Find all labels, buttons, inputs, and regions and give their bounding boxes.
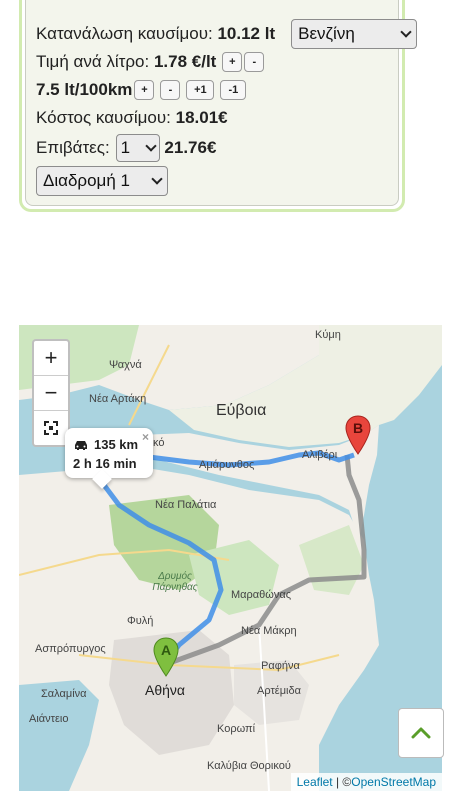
fuel-type-select[interactable]: Βενζίνη	[291, 19, 418, 49]
cost-value: 18.01€	[175, 108, 228, 127]
consumption-label: Κατανάλωση καυσίμου:	[36, 24, 213, 43]
route-select-value: Διαδρομή 1	[43, 171, 130, 190]
marker-a[interactable]: A	[153, 637, 179, 677]
place-label: Δρυμός Πάρνηθας	[152, 571, 198, 593]
marker-b-label: B	[352, 420, 364, 436]
price-minus-button[interactable]: -	[244, 52, 265, 72]
chevron-down-icon	[145, 140, 157, 152]
place-label: Αθήνα	[145, 682, 186, 698]
popup-close-button[interactable]: ×	[142, 430, 149, 444]
passengers-row: Επιβάτες: 1 21.76€	[36, 134, 216, 162]
osm-link[interactable]: OpenStreetMap	[351, 775, 436, 789]
place-label: Αμάρυνθος	[199, 459, 255, 471]
rate-minus-one-button[interactable]: -1	[220, 80, 247, 100]
rate-row: 7.5 lt/100km + - +1 -1	[36, 80, 247, 100]
popup-distance: 135 km	[94, 437, 139, 452]
place-label: Φυλή	[127, 615, 154, 627]
place-label: Κορωπί	[217, 723, 256, 735]
car-icon	[75, 440, 87, 450]
popup-time: 2 h 16 min	[73, 456, 137, 471]
fullscreen-button[interactable]	[34, 411, 68, 445]
cost-label: Κόστος καυσίμου:	[36, 108, 171, 127]
per-person-cost: 21.76€	[164, 138, 217, 157]
chevron-down-icon	[151, 173, 163, 185]
rate-value: 7.5 lt/100km	[36, 80, 133, 99]
place-label: Νέα Αρτάκη	[89, 393, 147, 405]
zoom-control: + −	[32, 339, 70, 447]
passengers-select[interactable]: 1	[115, 134, 160, 162]
price-value: 1.78 €/lt	[153, 52, 217, 71]
rate-plus-one-button[interactable]: +1	[186, 80, 215, 100]
fuel-type-value: Βενζίνη	[298, 24, 355, 43]
price-label: Τιμή ανά λίτρο:	[36, 52, 150, 71]
rate-minus-button[interactable]: -	[160, 80, 181, 100]
zoom-in-button[interactable]: +	[34, 341, 68, 376]
map-tiles	[19, 325, 442, 791]
place-label: Νέα Παλάτια	[155, 499, 217, 511]
place-label: Ασπρόπυργος	[35, 643, 106, 655]
scroll-to-top-button[interactable]	[398, 708, 444, 758]
rate-plus-button[interactable]: +	[134, 80, 155, 100]
cost-row: Κόστος καυσίμου: 18.01€	[36, 108, 228, 128]
marker-b[interactable]: B	[345, 415, 371, 455]
zoom-out-button[interactable]: −	[34, 376, 68, 411]
marker-a-label: A	[160, 642, 172, 658]
place-label: Καλύβια Θορικού	[207, 760, 291, 772]
route-row: Διαδρομή 1	[36, 166, 168, 196]
fuel-calculator-panel: Κατανάλωση καυσίμου: 10.12 lt Βενζίνη Τι…	[19, 0, 418, 212]
place-label: Νέα Μάκρη	[241, 625, 297, 637]
place-label: Μαραθώνας	[231, 589, 292, 601]
chevron-up-icon	[411, 727, 431, 739]
leaflet-link[interactable]: Leaflet	[297, 775, 333, 789]
attribution-separator: | ©	[332, 775, 352, 789]
passengers-value: 1	[120, 138, 131, 157]
place-label: Εύβοια	[216, 402, 267, 419]
place-label: Ραφήνα	[261, 660, 300, 672]
place-label: Αιάντειο	[29, 713, 69, 725]
place-label: Σαλαμίνα	[41, 688, 87, 700]
place-label: Αρτέμιδα	[257, 685, 301, 697]
place-label: Ψαχνά	[109, 359, 142, 371]
price-row: Τιμή ανά λίτρο: 1.78 €/lt + -	[36, 52, 265, 72]
route-map[interactable]: Κύμη Ψαχνά Νέα Αρτάκη Εύβοια κό Αμάρυνθο…	[19, 325, 442, 791]
passengers-label: Επιβάτες:	[36, 138, 110, 157]
map-attribution: Leaflet | ©OpenStreetMap	[290, 773, 442, 791]
place-label: Αλιβέρι	[302, 449, 338, 461]
place-label: κό	[153, 437, 165, 449]
place-label: Κύμη	[315, 329, 341, 341]
route-summary-popup: × 135 km 2 h 16 min	[65, 428, 153, 489]
fullscreen-icon	[44, 421, 58, 435]
popup-distance-line: 135 km	[73, 437, 138, 452]
route-select[interactable]: Διαδρομή 1	[36, 166, 168, 196]
price-plus-button[interactable]: +	[222, 52, 243, 72]
consumption-value: 10.12 lt	[217, 24, 276, 43]
chevron-down-icon	[400, 26, 412, 38]
consumption-row: Κατανάλωση καυσίμου: 10.12 lt Βενζίνη	[36, 19, 418, 49]
